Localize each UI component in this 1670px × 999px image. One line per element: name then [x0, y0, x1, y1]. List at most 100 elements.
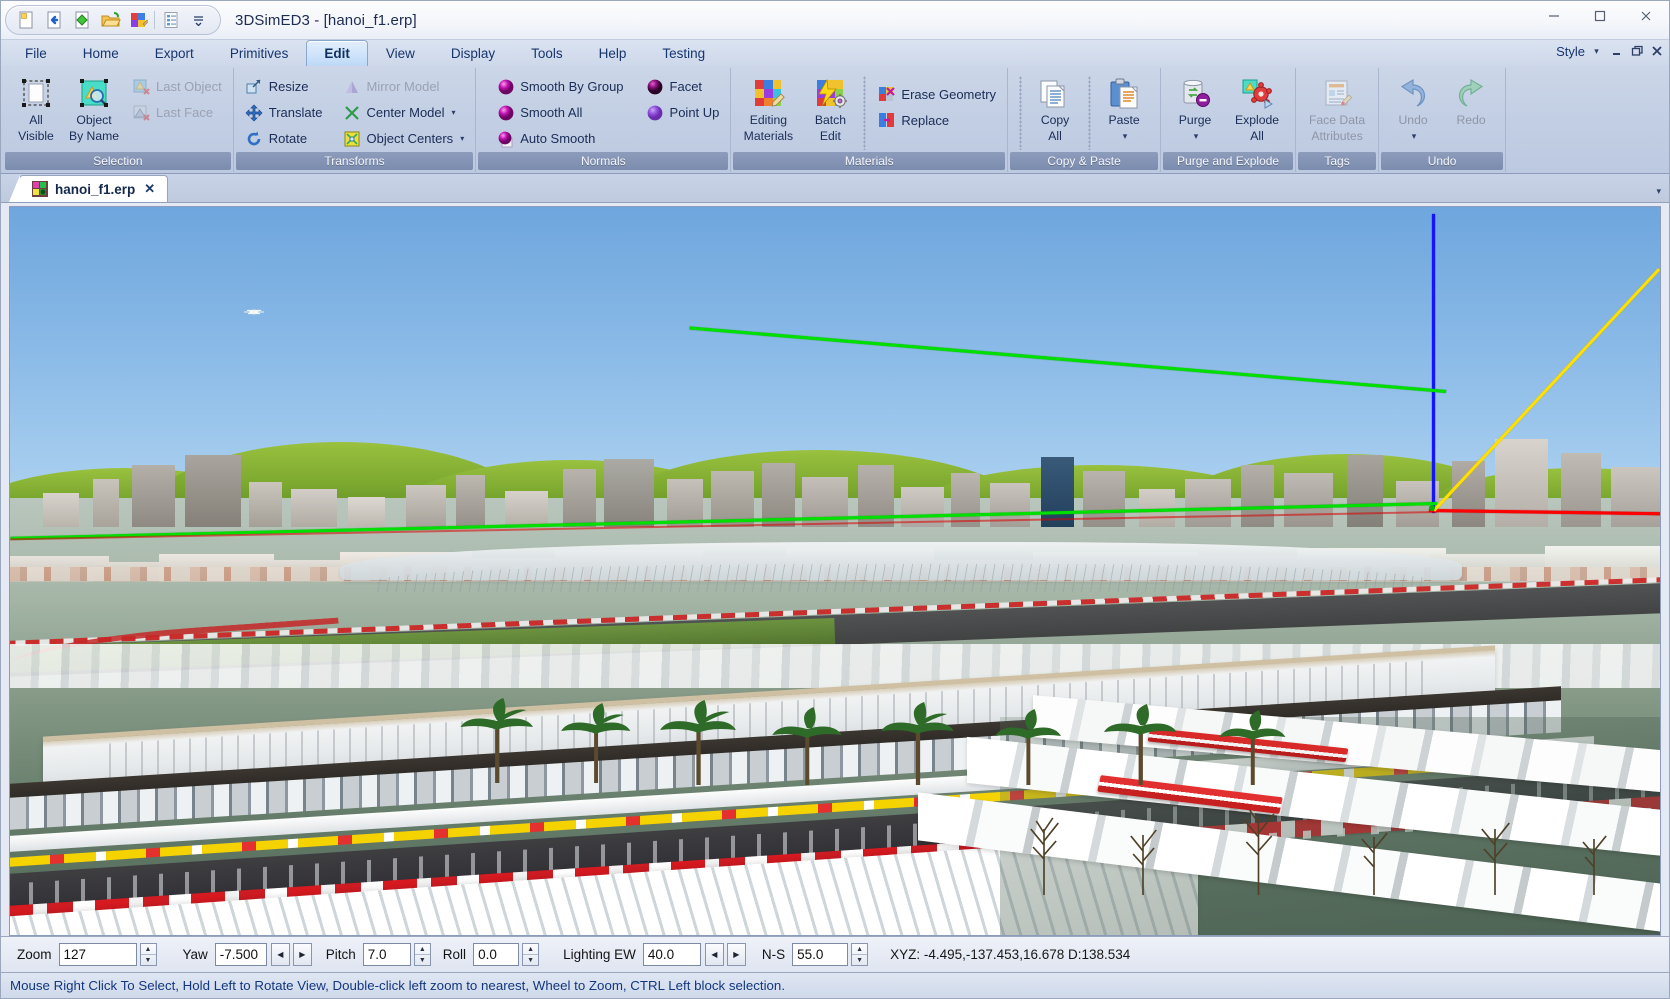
- last-face-label: Last Face: [156, 105, 214, 120]
- ribbon-tab-primitives[interactable]: Primitives: [212, 40, 307, 66]
- ns-spinner[interactable]: ▲ ▼: [851, 943, 869, 966]
- ribbon-tab-tools[interactable]: Tools: [513, 40, 581, 66]
- list-view-icon[interactable]: [158, 8, 184, 33]
- window-minimize-button[interactable]: [1531, 1, 1577, 31]
- face-data-attributes-label-line2: Attributes: [1311, 129, 1363, 143]
- facet-button[interactable]: Facet: [640, 74, 726, 99]
- mdi-close-button[interactable]: [1648, 42, 1665, 60]
- group-label-normals: Normals: [478, 152, 729, 170]
- object-by-name-label-line2: By Name: [68, 129, 120, 143]
- style-menu-label[interactable]: Style: [1556, 44, 1585, 59]
- ribbon-tab-export[interactable]: Export: [137, 40, 212, 66]
- center-model-button[interactable]: Center Model ▾: [336, 100, 470, 125]
- paste-label-line1: Paste: [1108, 113, 1140, 127]
- ribbon-tab-testing[interactable]: Testing: [644, 40, 723, 66]
- application-window: 3DSimED3 - [hanoi_f1.erp] File Home Expo…: [0, 0, 1670, 999]
- replace-button[interactable]: Replace: [871, 108, 1002, 133]
- undo-button[interactable]: Undo ▾: [1385, 72, 1441, 144]
- paste-icon: [1107, 77, 1141, 111]
- pitch-input[interactable]: [362, 943, 411, 966]
- pitch-spinner[interactable]: ▲ ▼: [413, 943, 431, 966]
- object-centers-button[interactable]: Object Centers ▾: [336, 126, 470, 151]
- object-by-name-button[interactable]: Object By Name: [66, 72, 122, 144]
- lighting-ew-decrement-button[interactable]: ◀: [704, 943, 724, 966]
- marquee-select-icon: [19, 77, 53, 111]
- ribbon-tab-help[interactable]: Help: [581, 40, 645, 66]
- viewport-3d[interactable]: [9, 206, 1661, 936]
- lighting-ew-input[interactable]: [642, 943, 701, 966]
- auto-smooth-button[interactable]: Auto Smooth: [490, 126, 629, 151]
- ribbon-tab-view[interactable]: View: [368, 40, 433, 66]
- editing-materials-button[interactable]: Editing Materials: [736, 72, 800, 144]
- green-diamond-icon[interactable]: [69, 8, 95, 33]
- ribbon-group-purge-explode: Purge ▾ Explode All Purge and Explode: [1161, 68, 1297, 172]
- back-arrow-icon[interactable]: [41, 8, 67, 33]
- all-visible-button[interactable]: All Visible: [8, 72, 64, 144]
- pitch-spinner-down[interactable]: ▼: [415, 955, 430, 965]
- new-document-icon[interactable]: [13, 8, 39, 33]
- style-caret-icon[interactable]: ▾: [1588, 42, 1605, 60]
- group-dot-separator: [1019, 76, 1023, 150]
- ribbon-tab-home[interactable]: Home: [65, 40, 137, 66]
- roll-spinner-up[interactable]: ▲: [523, 944, 539, 955]
- roll-spinner-down[interactable]: ▼: [523, 955, 538, 965]
- open-folder-icon[interactable]: [97, 8, 123, 33]
- color-palette-icon[interactable]: [125, 8, 151, 33]
- pitch-spinner-up[interactable]: ▲: [414, 944, 430, 955]
- mdi-restore-button[interactable]: [1628, 42, 1645, 60]
- object-centers-caret-icon[interactable]: ▾: [460, 134, 464, 143]
- copy-all-icon: [1038, 77, 1072, 111]
- window-maximize-button[interactable]: [1577, 1, 1623, 31]
- window-close-button[interactable]: [1623, 1, 1669, 31]
- ns-input[interactable]: [792, 943, 849, 966]
- zoom-spinner-up[interactable]: ▲: [140, 944, 156, 955]
- last-object-button[interactable]: Last Object: [126, 74, 228, 99]
- ribbon: All Visible Object By Name Last Object L…: [1, 66, 1669, 174]
- smooth-all-button[interactable]: Smooth All: [490, 100, 629, 125]
- zoom-spinner-down[interactable]: ▼: [141, 955, 156, 965]
- ns-spinner-up[interactable]: ▲: [852, 944, 868, 955]
- redo-button[interactable]: Redo: [1443, 72, 1499, 128]
- copy-all-button[interactable]: Copy All: [1027, 72, 1083, 144]
- purge-caret-icon[interactable]: ▾: [1194, 130, 1199, 143]
- center-model-label: Center Model: [366, 105, 445, 120]
- explode-all-button[interactable]: Explode All: [1225, 72, 1289, 144]
- ribbon-group-tags: Face Data Attributes Tags: [1296, 68, 1380, 172]
- yaw-increment-button[interactable]: ▶: [292, 943, 312, 966]
- ribbon-tab-file[interactable]: File: [7, 40, 65, 66]
- purge-button[interactable]: Purge ▾: [1167, 72, 1223, 144]
- paste-button[interactable]: Paste ▾: [1096, 72, 1152, 144]
- mirror-model-button[interactable]: Mirror Model: [336, 74, 470, 99]
- roll-input[interactable]: [473, 943, 520, 966]
- center-model-caret-icon[interactable]: ▾: [452, 108, 456, 117]
- yaw-label: Yaw: [182, 947, 208, 962]
- rotate-button[interactable]: Rotate: [239, 126, 329, 151]
- roll-spinner[interactable]: ▲ ▼: [522, 943, 540, 966]
- erase-geometry-button[interactable]: Erase Geometry: [871, 82, 1002, 107]
- status-bar: Mouse Right Click To Select, Hold Left t…: [1, 972, 1669, 998]
- last-face-button[interactable]: Last Face: [126, 100, 228, 125]
- face-data-attributes-button[interactable]: Face Data Attributes: [1305, 72, 1369, 144]
- mdi-minimize-button[interactable]: [1608, 42, 1625, 60]
- translate-button[interactable]: Translate: [239, 100, 329, 125]
- point-up-button[interactable]: Point Up: [640, 100, 726, 125]
- copy-all-label-line2: All: [1048, 129, 1062, 143]
- document-tab-overflow-icon[interactable]: ▾: [1656, 186, 1661, 197]
- undo-caret-icon[interactable]: ▾: [1412, 130, 1417, 143]
- batch-edit-button[interactable]: Batch Edit: [802, 72, 858, 144]
- smooth-by-group-button[interactable]: Smooth By Group: [490, 74, 629, 99]
- ns-spinner-down[interactable]: ▼: [852, 955, 867, 965]
- resize-button[interactable]: Resize: [239, 74, 329, 99]
- quick-access-dropdown-icon[interactable]: [190, 9, 206, 31]
- paste-caret-icon[interactable]: ▾: [1123, 130, 1128, 143]
- yaw-input[interactable]: [214, 943, 267, 966]
- document-tab-close-button[interactable]: ✕: [142, 181, 157, 197]
- ribbon-tab-edit[interactable]: Edit: [306, 40, 368, 66]
- document-tab-hanoi-f1[interactable]: hanoi_f1.erp ✕: [8, 175, 169, 202]
- zoom-spinner[interactable]: ▲ ▼: [139, 943, 157, 966]
- ribbon-tab-display[interactable]: Display: [433, 40, 513, 66]
- zoom-input[interactable]: [58, 943, 137, 966]
- lighting-ew-increment-button[interactable]: ▶: [726, 943, 746, 966]
- ribbon-group-undo: Undo ▾ Redo Undo: [1379, 68, 1507, 172]
- yaw-decrement-button[interactable]: ◀: [270, 943, 290, 966]
